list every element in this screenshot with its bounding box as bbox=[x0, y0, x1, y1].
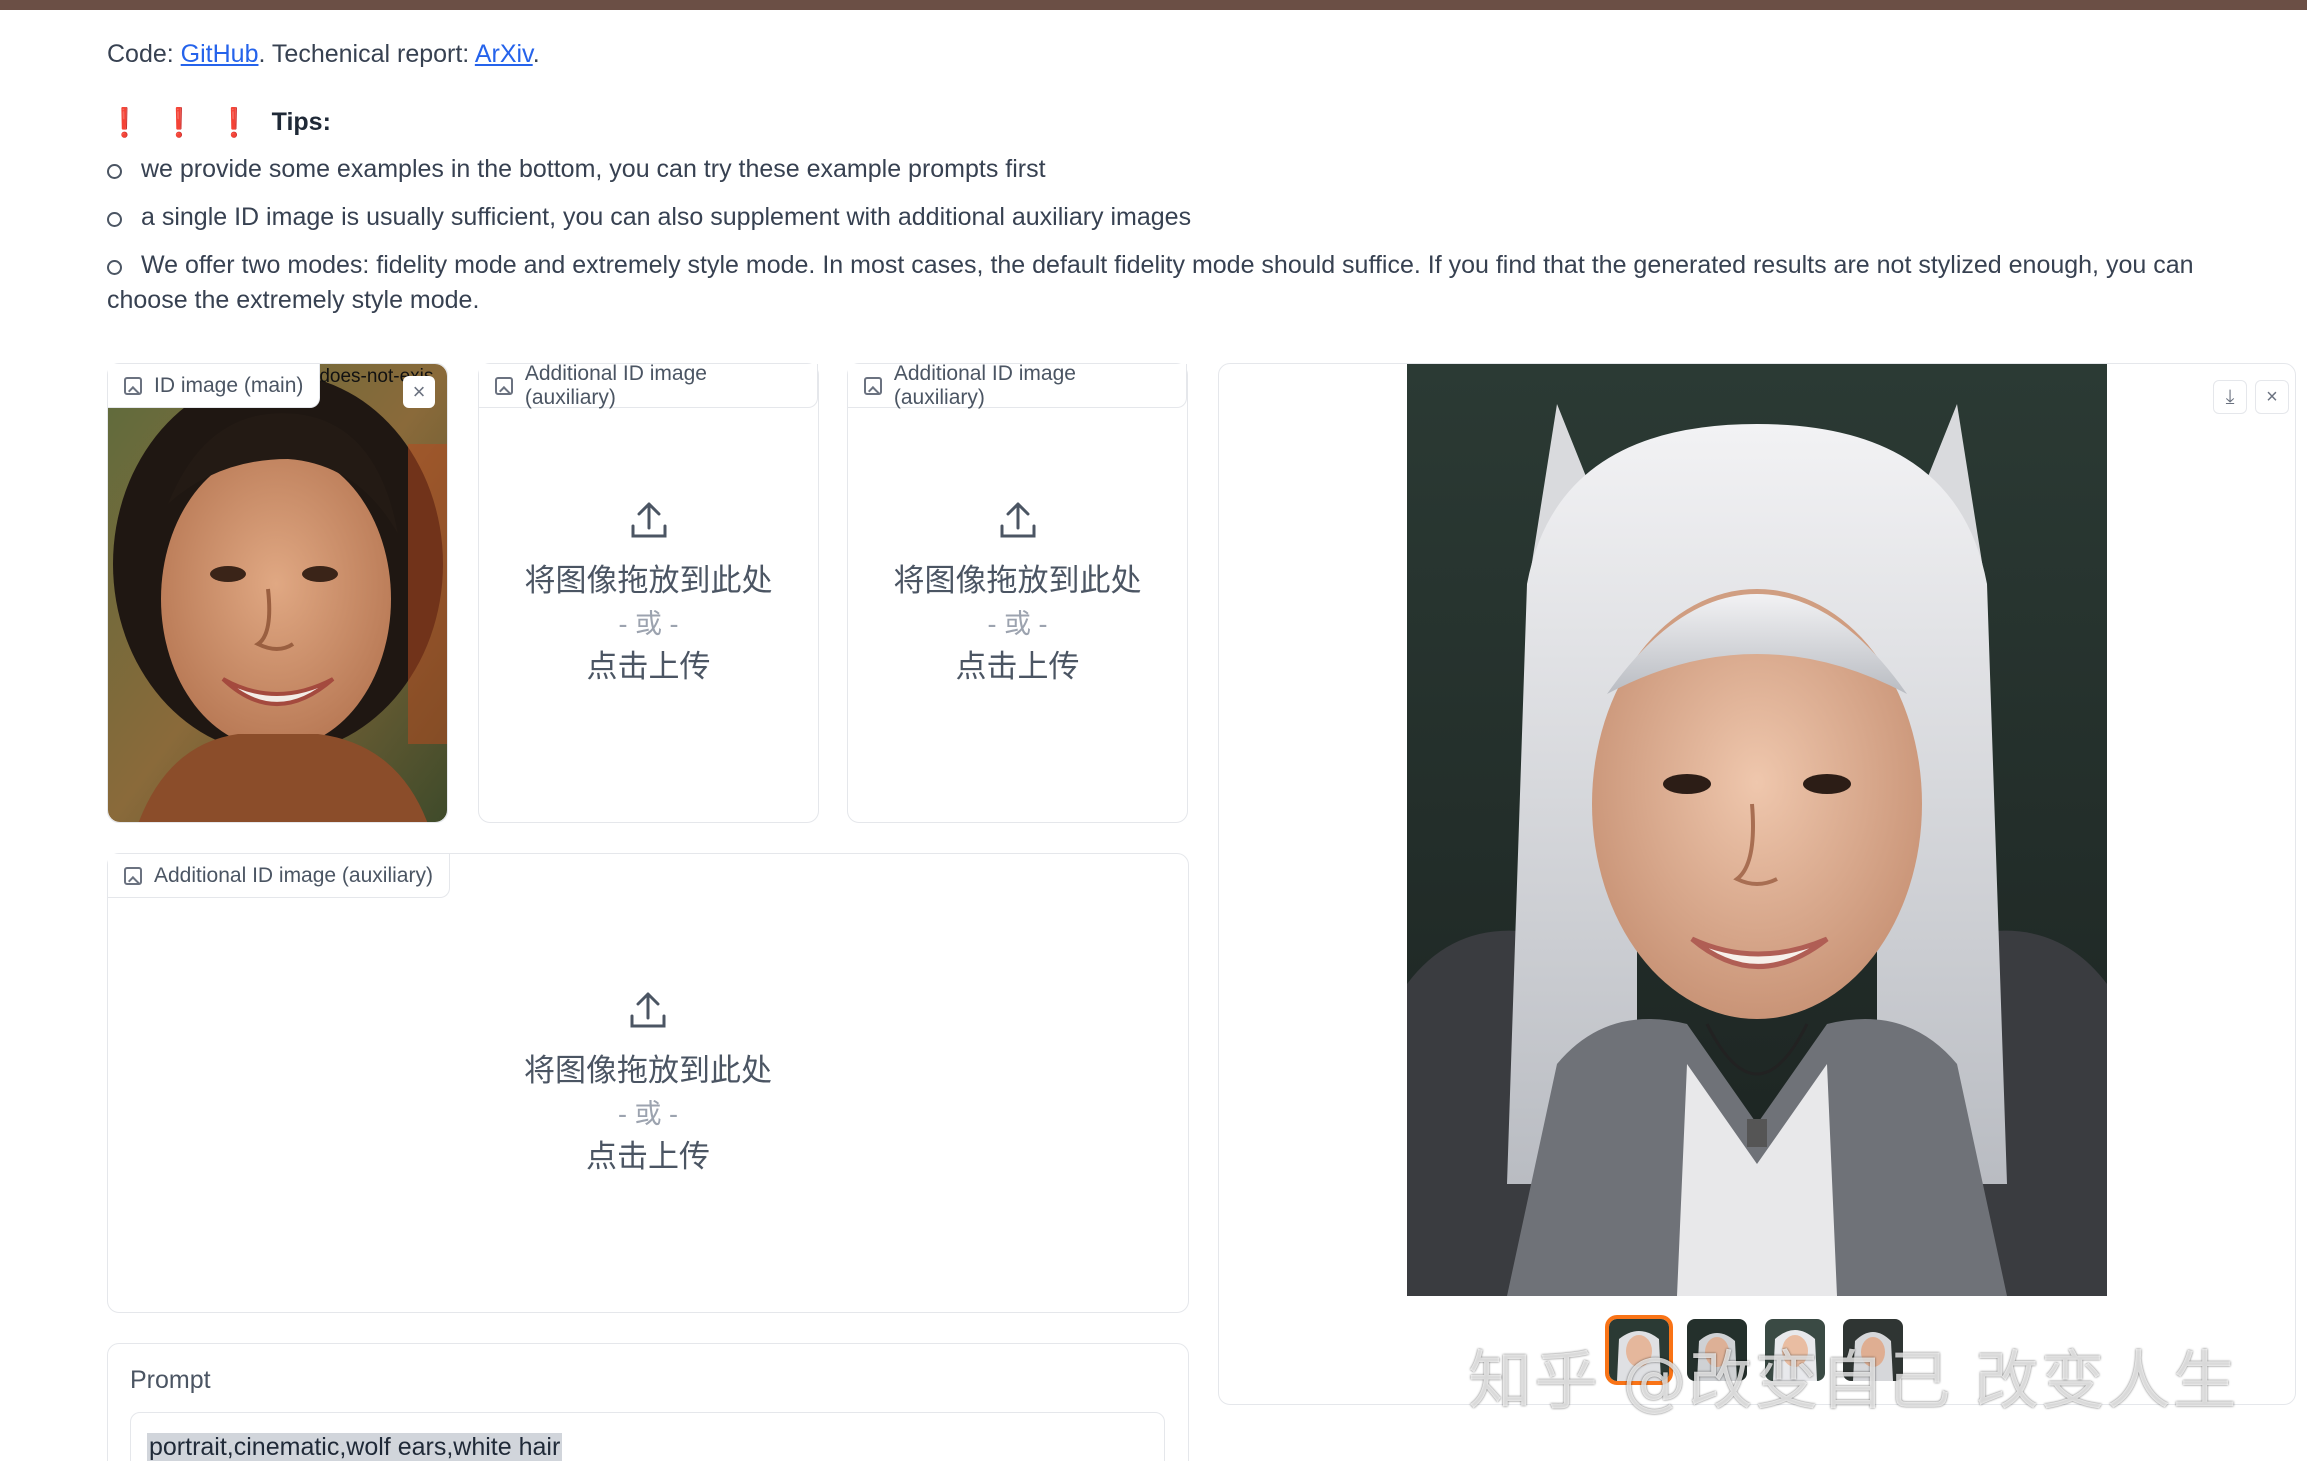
aux-image-upload-3[interactable]: Additional ID image (auxiliary) 将图像拖放到此处… bbox=[107, 853, 1189, 1313]
aux-image-label: Additional ID image (auxiliary) bbox=[848, 361, 1187, 409]
tip-item: We offer two modes: fidelity mode and ex… bbox=[107, 248, 2247, 318]
upload-drop-text: 将图像拖放到此处 bbox=[524, 563, 773, 598]
report-prefix: . Techenical report: bbox=[258, 40, 475, 68]
tips-title: Tips: bbox=[271, 108, 331, 136]
clear-image-button[interactable]: × bbox=[403, 376, 435, 408]
code-prefix: Code: bbox=[107, 40, 181, 68]
arxiv-link[interactable]: ArXiv bbox=[475, 40, 533, 68]
id-image-main-panel[interactable]: ID image (main) -does-not-exis × bbox=[107, 363, 448, 823]
upload-click-text: 点击上传 bbox=[586, 1139, 710, 1174]
prompt-value: portrait,cinematic,wolf ears,white hair bbox=[147, 1433, 563, 1461]
upload-or-text: - 或 - bbox=[987, 609, 1048, 639]
aux-image-label: Additional ID image (auxiliary) bbox=[479, 361, 818, 409]
image-icon bbox=[864, 376, 882, 395]
image-icon bbox=[124, 376, 142, 395]
label-text: Additional ID image (auxiliary) bbox=[893, 361, 1076, 409]
intro-line: Code: GitHub. Techenical report: ArXiv. bbox=[107, 36, 2247, 72]
top-accent-bar bbox=[0, 0, 2307, 10]
upload-or-text: - 或 - bbox=[618, 1099, 678, 1129]
upload-click-text: 点击上传 bbox=[955, 649, 1080, 684]
upload-icon bbox=[1000, 502, 1035, 538]
upload-dropzone[interactable]: 将图像拖放到此处 - 或 - 点击上传 bbox=[479, 364, 818, 822]
upload-or-text: - 或 - bbox=[618, 609, 679, 639]
label-text: ID image (main) bbox=[154, 373, 304, 397]
exclamation-icon: ❗ bbox=[107, 107, 142, 138]
prompt-input[interactable]: portrait,cinematic,wolf ears,white hair bbox=[130, 1412, 1165, 1461]
aux-image-upload-2[interactable]: Additional ID image (auxiliary) 将图像拖放到此处… bbox=[847, 361, 1188, 823]
watermark-text: 知乎 @改变自己 改变人生 bbox=[1468, 1345, 2239, 1419]
id-face-image bbox=[108, 364, 447, 822]
upload-icon bbox=[631, 502, 666, 538]
upload-drop-text: 将图像拖放到此处 bbox=[893, 563, 1142, 598]
tip-item: a single ID image is usually sufficient,… bbox=[107, 200, 2247, 235]
close-button[interactable]: × bbox=[2255, 380, 2289, 414]
aux-image-label: Additional ID image (auxiliary) bbox=[108, 854, 450, 898]
download-button[interactable]: ⤓ bbox=[2213, 380, 2247, 414]
generated-image[interactable] bbox=[1407, 364, 2107, 1296]
intro-suffix: . bbox=[532, 40, 540, 68]
prompt-panel: Prompt portrait,cinematic,wolf ears,whit… bbox=[107, 1343, 1189, 1461]
aux-image-upload-1[interactable]: Additional ID image (auxiliary) 将图像拖放到此处… bbox=[478, 361, 819, 823]
upload-drop-text: 将图像拖放到此处 bbox=[524, 1053, 772, 1088]
tip-item: we provide some examples in the bottom, … bbox=[107, 152, 2247, 187]
tips-heading: ❗ ❗ ❗ Tips: bbox=[107, 106, 331, 139]
label-text: Additional ID image (auxiliary) bbox=[524, 361, 707, 409]
prompt-label: Prompt bbox=[130, 1366, 211, 1394]
upload-icon bbox=[630, 992, 666, 1028]
tips-list: we provide some examples in the bottom, … bbox=[107, 152, 2247, 331]
id-image-main-label: ID image (main) bbox=[108, 364, 321, 408]
image-icon bbox=[495, 376, 513, 395]
upload-dropzone[interactable]: 将图像拖放到此处 - 或 - 点击上传 bbox=[848, 364, 1187, 822]
github-link[interactable]: GitHub bbox=[181, 40, 259, 68]
image-icon bbox=[124, 866, 142, 885]
upload-dropzone[interactable]: 将图像拖放到此处 - 或 - 点击上传 bbox=[108, 854, 1188, 1312]
exclamation-icon: ❗ bbox=[161, 107, 197, 138]
label-text: Additional ID image (auxiliary) bbox=[154, 863, 433, 887]
exclamation-icon: ❗ bbox=[216, 107, 252, 138]
upload-click-text: 点击上传 bbox=[586, 649, 711, 684]
output-gallery: ⤓ × bbox=[1218, 363, 2296, 1405]
